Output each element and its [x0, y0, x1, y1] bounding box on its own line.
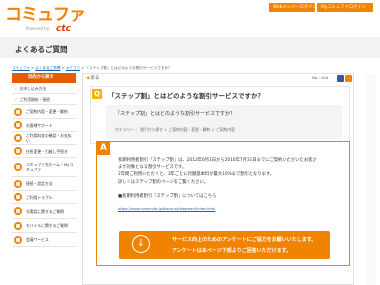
- logo-powered-by: Powered by: [26, 26, 50, 31]
- sidebar-item-my-commufa[interactable]: コミュファ光ホーム・Myコミュファ: [12, 158, 76, 177]
- answer-line: 詳しくはステップ割のページをご覧ください。: [118, 179, 209, 185]
- answer-line: 長期利用者割引「ステップ割」は、2012年6月1日から2016年7月31日までに…: [118, 158, 317, 163]
- sidebar-item-mobile[interactable]: モバイルに関するご質問: [12, 219, 76, 233]
- my-commufa-login-button[interactable]: Myコミュファログイン: [317, 3, 373, 12]
- mobile-icon: [14, 221, 22, 230]
- sidebar-item-label: お客様サポート: [26, 122, 53, 128]
- facebook-share-icon[interactable]: [337, 75, 344, 82]
- sidebar-item-label: コミュファ光ホーム・Myコミュファ: [26, 162, 74, 172]
- scroll-gutter: [365, 74, 376, 285]
- phone-icon: [14, 207, 22, 215]
- arrow-down-circle-icon: ↓: [132, 235, 150, 253]
- faq-number: No : 104: [312, 75, 329, 80]
- user-icon: [14, 163, 22, 171]
- answer-line: まが対象となる割引サービスです。: [118, 165, 187, 171]
- sidebar-item-support[interactable]: お客様サポート: [12, 119, 76, 132]
- house-icon: [14, 147, 22, 155]
- logo-ctc: ctc: [56, 24, 71, 34]
- contract-icon: [14, 107, 22, 116]
- sidebar-item-billing[interactable]: ご利用料金の確認・お支払い: [12, 132, 76, 145]
- chevron-right-icon: ›: [15, 96, 17, 102]
- question-detail: 「ステップ割」とはどのような割引サービスですか？: [115, 111, 236, 117]
- sidebar-item-label: 接続・設定方法: [26, 181, 53, 186]
- sidebar-item-label: 会員サービス: [26, 237, 49, 242]
- chevron-right-icon: ›: [15, 85, 17, 91]
- sidebar-item-member[interactable]: 会員サービス: [12, 233, 76, 247]
- share-icon[interactable]: [345, 75, 352, 82]
- web-member-login-button[interactable]: Webメンバーログイン: [269, 3, 317, 12]
- gear-icon: [14, 179, 22, 188]
- sidebar-item-label: 光電話に関するご質問: [26, 208, 64, 214]
- answer-line: [118, 186, 343, 193]
- sidebar: 目的から探す › お申し込み方法 › ご利用開始・接続 ご契約内容・変更・解約 お客…: [12, 73, 76, 247]
- breadcrumb: コミュファ > よくあるご質問 > カテゴリ > 「ステップ割」とはどのような割…: [12, 66, 172, 71]
- answer-text: 長期利用者割引「ステップ割」は、2012年6月1日から2016年7月31日までに…: [118, 157, 343, 200]
- sidebar-item-label: 住所変更・引越し手続き: [26, 148, 68, 154]
- answer-line: 2年間ご利用いただくと、3年ごとに月額基本料が最大10%まで割引となります。: [118, 172, 275, 178]
- sidebar-item-contract[interactable]: ご契約内容・変更・解約: [12, 105, 76, 119]
- breadcrumb-home-link[interactable]: コミュファ: [12, 66, 30, 70]
- sidebar-item-phone[interactable]: 光電話に関するご質問: [12, 204, 76, 219]
- sidebar-heading: 目的から探す: [12, 73, 76, 83]
- support-icon: [14, 121, 22, 129]
- sidebar-item-moving[interactable]: 住所変更・引越し手続き: [12, 145, 76, 158]
- sidebar-item-application[interactable]: › お申し込み方法: [12, 83, 76, 94]
- sidebar-item-label: ご利用料金の確認・お支払い: [26, 133, 72, 143]
- back-button[interactable]: ◀ 戻る: [86, 75, 99, 81]
- breadcrumb-category-link[interactable]: カテゴリ: [66, 66, 80, 70]
- warning-icon: [14, 193, 22, 201]
- sidebar-item-start[interactable]: › ご利用開始・接続: [12, 94, 76, 105]
- category-path: カテゴリー ： 割引から探す > ご契約内容・変更・解約 > ご契約内容: [115, 127, 235, 132]
- sidebar-item-label: モバイルに関するご質問: [26, 223, 68, 228]
- sidebar-item-label: ご利用開始・接続: [19, 96, 50, 102]
- breadcrumb-current: 「ステップ割」とはどのような割引サービスですか？: [85, 66, 172, 70]
- billing-icon: [14, 134, 22, 142]
- survey-banner-line2: アンケートは本ページ下部よりご回答いただけます。: [172, 248, 292, 254]
- sidebar-item-trouble[interactable]: ご利用トラブル: [12, 191, 76, 204]
- answer-line: ■長期利用者割引「ステップ割」についてはこちら: [118, 193, 217, 199]
- page-title: よくあるご質問: [15, 45, 68, 54]
- answer-mark-icon: A: [97, 142, 110, 155]
- survey-banner-line1: サービス向上のためのアンケートにご協力をお願いいたします。: [172, 237, 317, 243]
- breadcrumb-faq-link[interactable]: よくあるご質問: [35, 66, 60, 70]
- back-label: 戻る: [90, 76, 100, 81]
- question-mark-icon: Q: [92, 89, 102, 99]
- question-title: 「ステップ割」とはどのような割引サービスですか？: [108, 92, 264, 100]
- logo[interactable]: コミュファ: [5, 6, 86, 24]
- sidebar-item-label: お申し込み方法: [19, 85, 47, 91]
- sidebar-item-label: ご利用トラブル: [26, 194, 53, 200]
- sidebar-item-settings[interactable]: 接続・設定方法: [12, 177, 76, 191]
- stepwari-link[interactable]: https://www.commufa.jp/discount/stepwari…: [118, 207, 215, 211]
- sidebar-item-label: ご契約内容・変更・解約: [26, 109, 68, 114]
- member-icon: [14, 235, 22, 244]
